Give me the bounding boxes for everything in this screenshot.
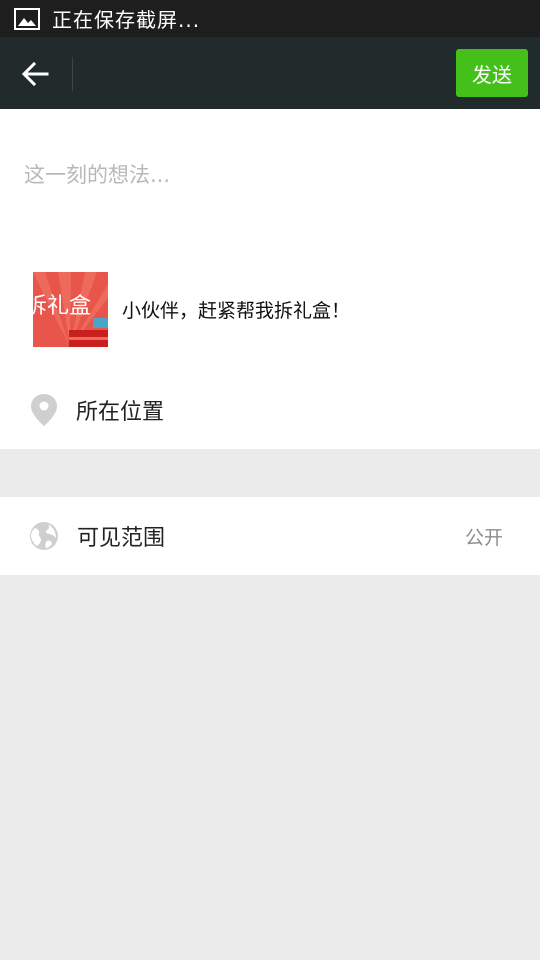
composer-panel: 这一刻的想法... 拆礼盒 小伙伴，赶紧帮我拆礼盒！ 所在位置 bbox=[0, 109, 540, 449]
visibility-value: 公开 bbox=[464, 526, 503, 549]
share-card-title: 小伙伴，赶紧帮我拆礼盒！ bbox=[122, 300, 351, 322]
thumbnail-title: 拆礼盒 bbox=[33, 294, 92, 319]
visibility-row[interactable]: 可见范围 公开 bbox=[0, 497, 540, 575]
thought-input[interactable]: 这一刻的想法... bbox=[24, 159, 514, 189]
thumbnail-stripe bbox=[69, 337, 108, 340]
location-row[interactable]: 所在位置 bbox=[0, 378, 540, 442]
back-button[interactable] bbox=[12, 55, 58, 93]
gift-box-shape bbox=[93, 318, 108, 328]
image-icon bbox=[14, 7, 40, 30]
share-thumbnail: 拆礼盒 bbox=[33, 272, 108, 347]
location-label: 所在位置 bbox=[76, 400, 165, 425]
location-pin-icon bbox=[31, 394, 57, 426]
globe-icon bbox=[30, 522, 58, 550]
status-text: 正在保存截屏... bbox=[52, 8, 201, 32]
back-arrow-icon bbox=[21, 61, 49, 87]
title-divider bbox=[72, 57, 73, 91]
send-button[interactable]: 发送 bbox=[456, 49, 528, 97]
visibility-label: 可见范围 bbox=[77, 526, 166, 551]
status-bar: 正在保存截屏... bbox=[0, 0, 540, 37]
title-bar: 发送 bbox=[0, 37, 540, 109]
share-card[interactable]: 拆礼盒 小伙伴，赶紧帮我拆礼盒！ bbox=[33, 272, 503, 347]
